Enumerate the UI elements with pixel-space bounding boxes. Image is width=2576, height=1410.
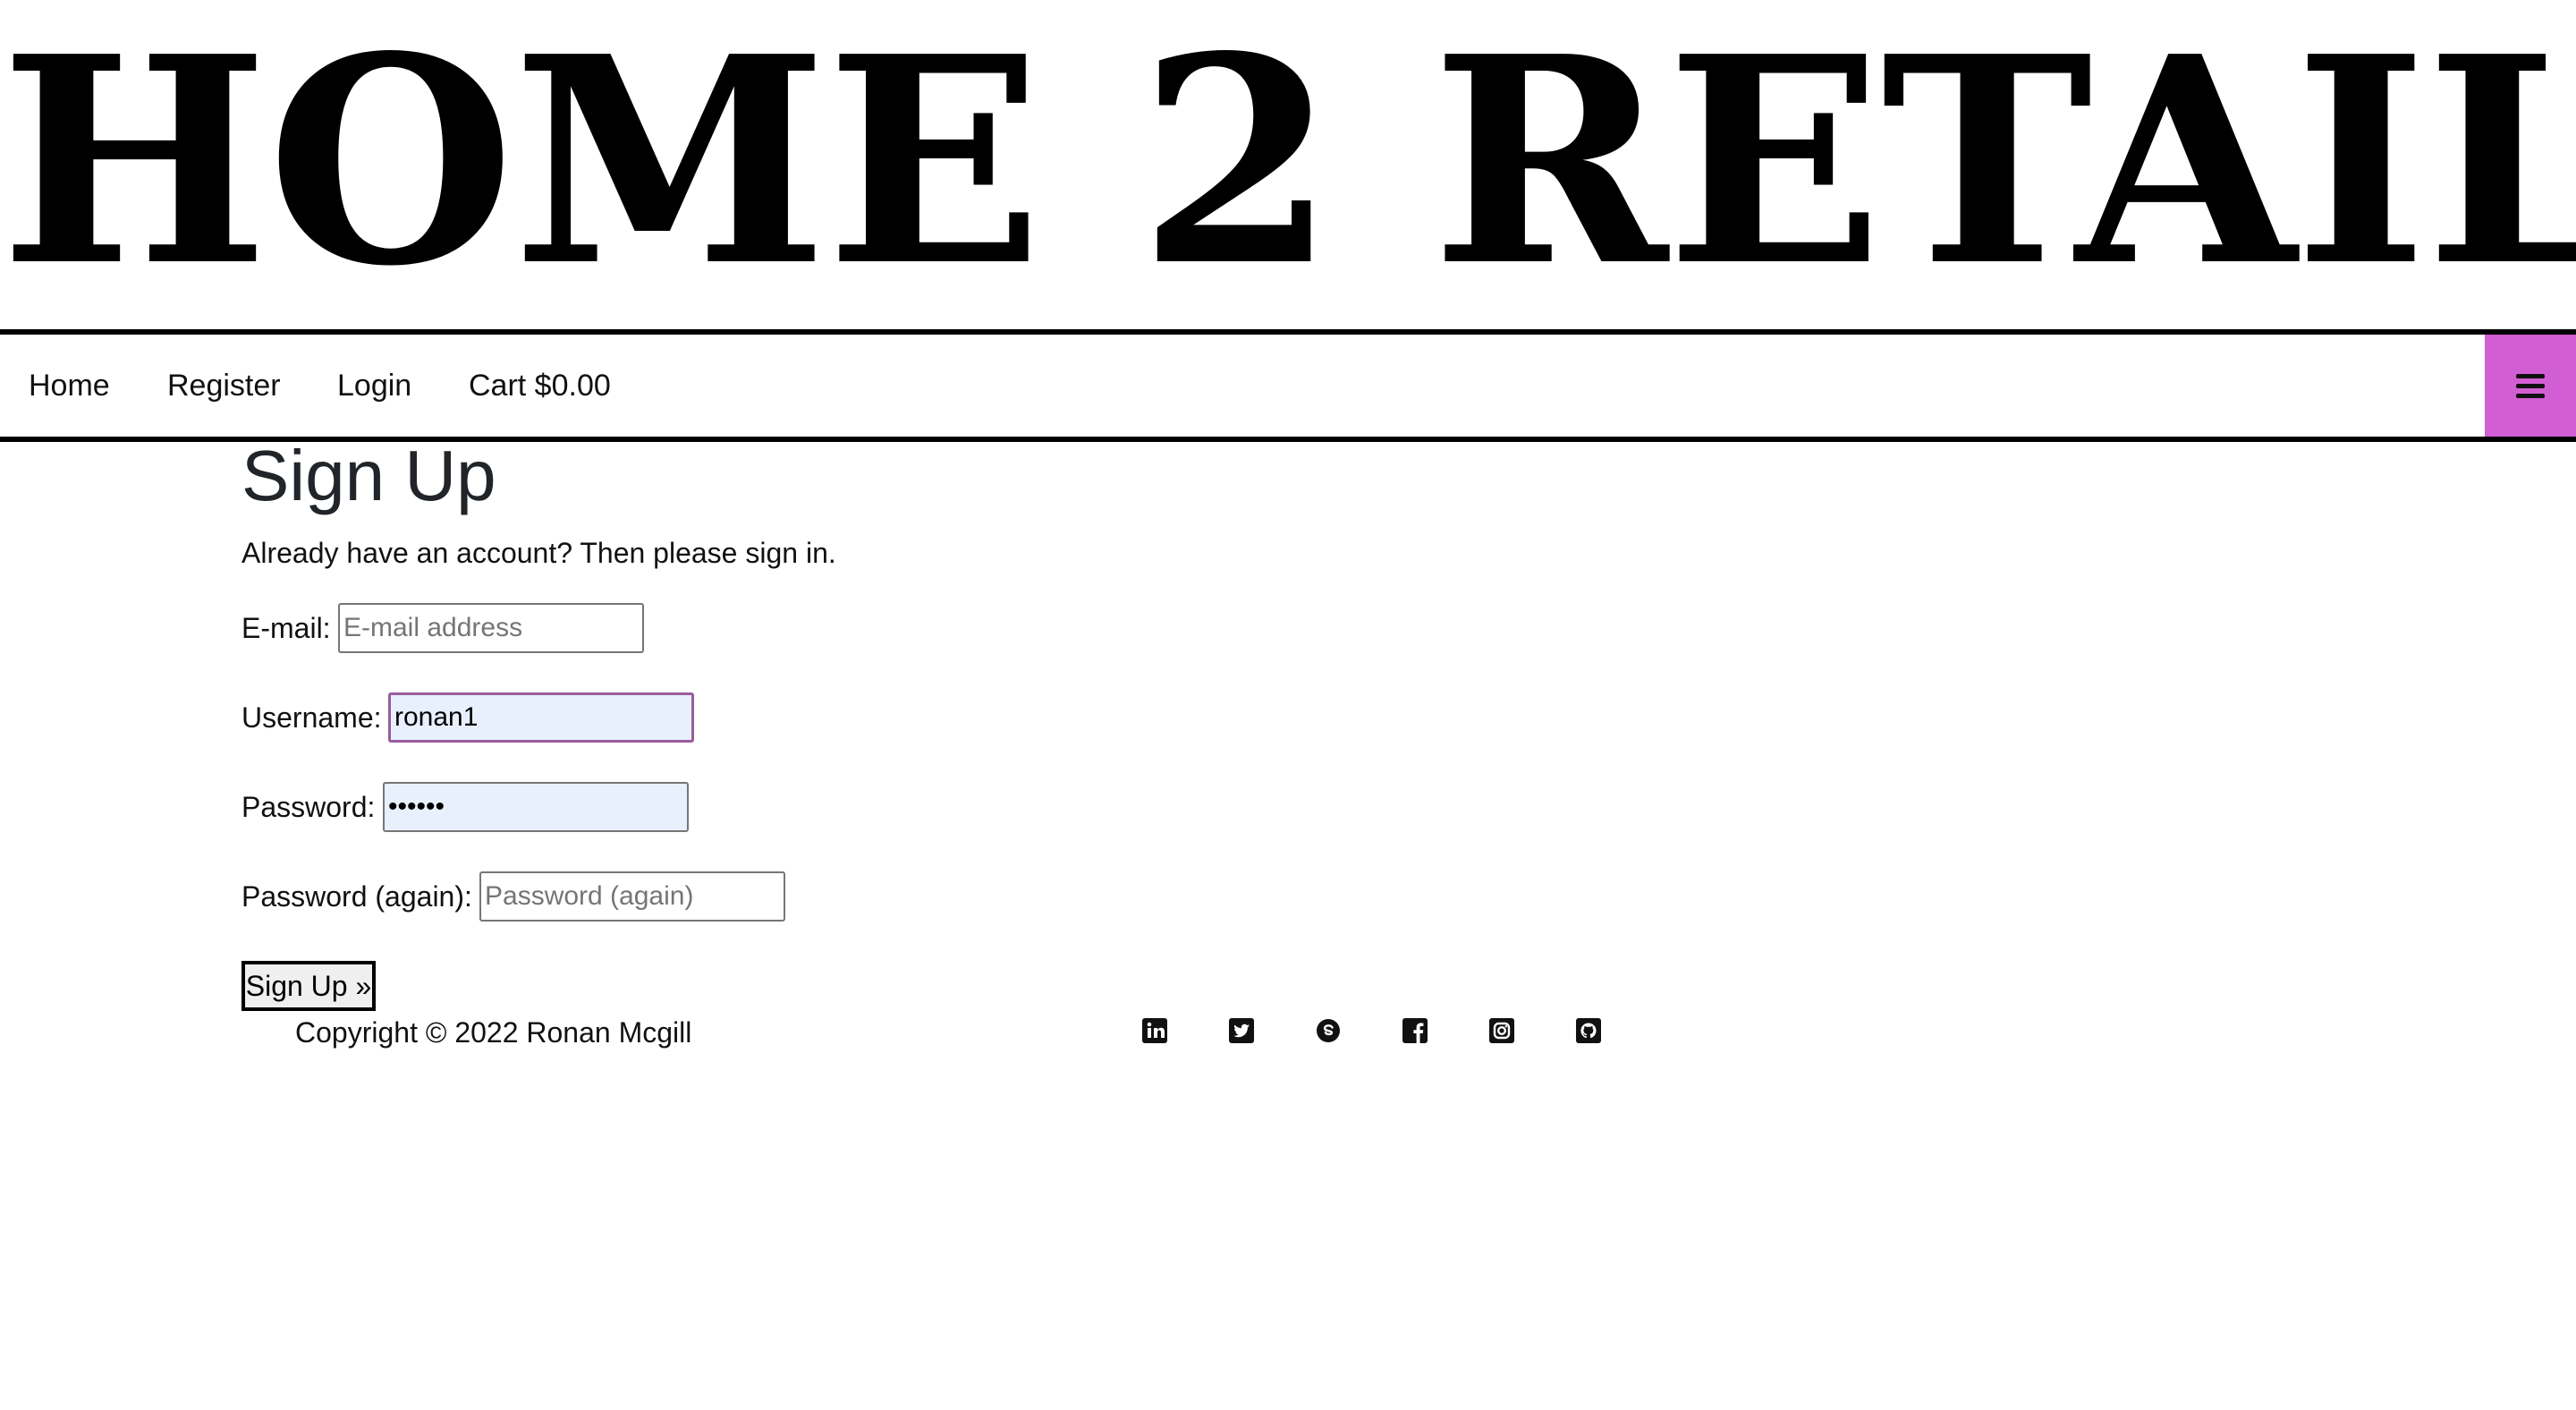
instagram-icon[interactable] <box>1487 1016 1516 1045</box>
email-field[interactable] <box>338 603 644 653</box>
email-label: E-mail: <box>242 612 331 644</box>
nav-home-link[interactable]: Home <box>29 335 110 437</box>
nav-cart-link[interactable]: Cart $0.00 <box>469 335 611 437</box>
twitter-icon[interactable] <box>1227 1016 1256 1045</box>
nav-register-link[interactable]: Register <box>167 335 281 437</box>
password-again-field[interactable] <box>479 871 785 922</box>
password-again-label: Password (again): <box>242 880 472 913</box>
hamburger-menu-icon <box>2516 371 2545 401</box>
menu-toggle-button[interactable] <box>2485 335 2576 437</box>
main-navbar: Home Register Login Cart $0.00 <box>0 329 2576 442</box>
username-field[interactable] <box>388 692 694 743</box>
linkedin-icon[interactable] <box>1140 1016 1169 1045</box>
footer-copyright: Copyright © 2022 Ronan Mcgill <box>295 1016 692 1049</box>
facebook-icon[interactable] <box>1401 1016 1429 1045</box>
nav-login-link[interactable]: Login <box>337 335 411 437</box>
password-label: Password: <box>242 791 376 823</box>
github-icon[interactable] <box>1574 1016 1603 1045</box>
site-banner: HOME 2 RETAIL <box>0 0 2576 331</box>
sign-in-prompt: Already have an account? Then please sig… <box>242 537 836 569</box>
username-label: Username: <box>242 701 382 734</box>
page-title: Sign Up <box>242 436 496 515</box>
site-logo-title: HOME 2 RETAIL <box>0 0 2576 328</box>
password-field[interactable] <box>383 782 689 832</box>
skype-icon[interactable] <box>1314 1016 1343 1045</box>
sign-up-button[interactable]: Sign Up » <box>242 961 376 1011</box>
